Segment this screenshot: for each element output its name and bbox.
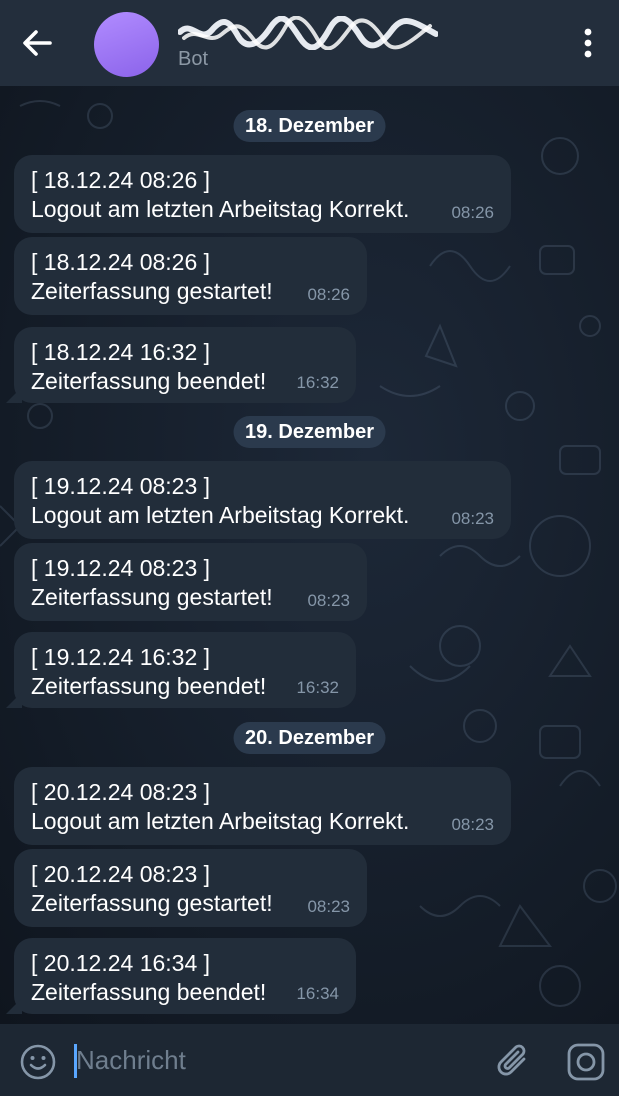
message-time: 08:23	[451, 509, 494, 528]
message-time: 08:23	[307, 591, 350, 610]
avatar[interactable]	[94, 12, 159, 77]
message-timestamp-line: [ 20.12.24 08:23 ]	[31, 861, 211, 887]
message-time: 08:26	[451, 203, 494, 222]
message-bubble[interactable]: [ 20.12.24 08:23 ] Logout am letzten Arb…	[14, 767, 511, 845]
menu-button[interactable]	[572, 26, 604, 62]
message-time: 16:32	[296, 678, 339, 697]
text-cursor	[74, 1044, 77, 1078]
message-timestamp-line: [ 18.12.24 16:32 ]	[31, 339, 211, 365]
chat-subtitle: Bot	[178, 48, 209, 70]
message-timestamp-line: [ 18.12.24 08:26 ]	[31, 167, 211, 193]
message-time: 08:23	[307, 897, 350, 916]
message-bubble[interactable]: [ 19.12.24 08:23 ] Zeiterfassung gestart…	[14, 543, 367, 621]
message-bubble[interactable]: [ 20.12.24 16:34 ] Zeiterfassung beendet…	[6, 938, 356, 1014]
chat-messages-area[interactable]: 18. Dezember [ 18.12.24 08:26 ] Logout a…	[0, 86, 619, 1024]
message-bubble[interactable]: [ 20.12.24 08:23 ] Zeiterfassung gestart…	[14, 849, 367, 927]
message-text: Zeiterfassung beendet!	[31, 673, 267, 699]
message-text: Zeiterfassung gestartet!	[31, 584, 273, 610]
message-timestamp-line: [ 19.12.24 08:23 ]	[31, 555, 211, 581]
message-bubble[interactable]: [ 18.12.24 08:26 ] Zeiterfassung gestart…	[14, 237, 367, 315]
message-time: 08:26	[307, 285, 350, 304]
message-input[interactable]	[70, 1034, 476, 1086]
message-text: Logout am letzten Arbeitstag Korrekt.	[31, 808, 410, 834]
message-timestamp-line: [ 19.12.24 16:32 ]	[31, 644, 211, 670]
message-time: 08:23	[451, 815, 494, 834]
message-time: 16:34	[296, 984, 339, 1003]
message-bubble[interactable]: [ 18.12.24 16:32 ] Zeiterfassung beendet…	[6, 327, 356, 403]
message-bubble[interactable]: [ 19.12.24 16:32 ] Zeiterfassung beendet…	[6, 632, 356, 708]
chat-header: Bot	[0, 0, 619, 86]
message-text: Logout am letzten Arbeitstag Korrekt.	[31, 502, 410, 528]
message-time: 16:32	[296, 373, 339, 392]
chat-title[interactable]	[177, 15, 439, 51]
more-vertical-icon	[584, 28, 592, 58]
message-bubble[interactable]: [ 19.12.24 08:23 ] Logout am letzten Arb…	[14, 461, 511, 539]
message-input-bar	[0, 1024, 619, 1096]
date-separator: 19. Dezember	[233, 416, 386, 448]
message-text: Zeiterfassung beendet!	[31, 979, 267, 1005]
message-bubble[interactable]: [ 18.12.24 08:26 ] Logout am letzten Arb…	[14, 155, 511, 233]
message-text: Zeiterfassung gestartet!	[31, 890, 273, 916]
message-timestamp-line: [ 19.12.24 08:23 ]	[31, 473, 211, 499]
message-text: Logout am letzten Arbeitstag Korrekt.	[31, 196, 410, 222]
paperclip-icon[interactable]	[494, 1042, 534, 1082]
message-timestamp-line: [ 20.12.24 16:34 ]	[31, 950, 211, 976]
message-text: Zeiterfassung gestartet!	[31, 278, 273, 304]
message-timestamp-line: [ 18.12.24 08:26 ]	[31, 249, 211, 275]
back-button[interactable]	[16, 23, 60, 63]
message-text: Zeiterfassung beendet!	[31, 368, 267, 394]
date-separator: 18. Dezember	[233, 110, 386, 142]
date-separator: 20. Dezember	[233, 722, 386, 754]
message-timestamp-line: [ 20.12.24 08:23 ]	[31, 779, 211, 805]
emoji-icon[interactable]	[19, 1043, 57, 1081]
instagram-camera-icon[interactable]	[566, 1042, 606, 1082]
redacted-title-scribble	[177, 15, 439, 51]
arrow-left-icon	[23, 30, 52, 56]
